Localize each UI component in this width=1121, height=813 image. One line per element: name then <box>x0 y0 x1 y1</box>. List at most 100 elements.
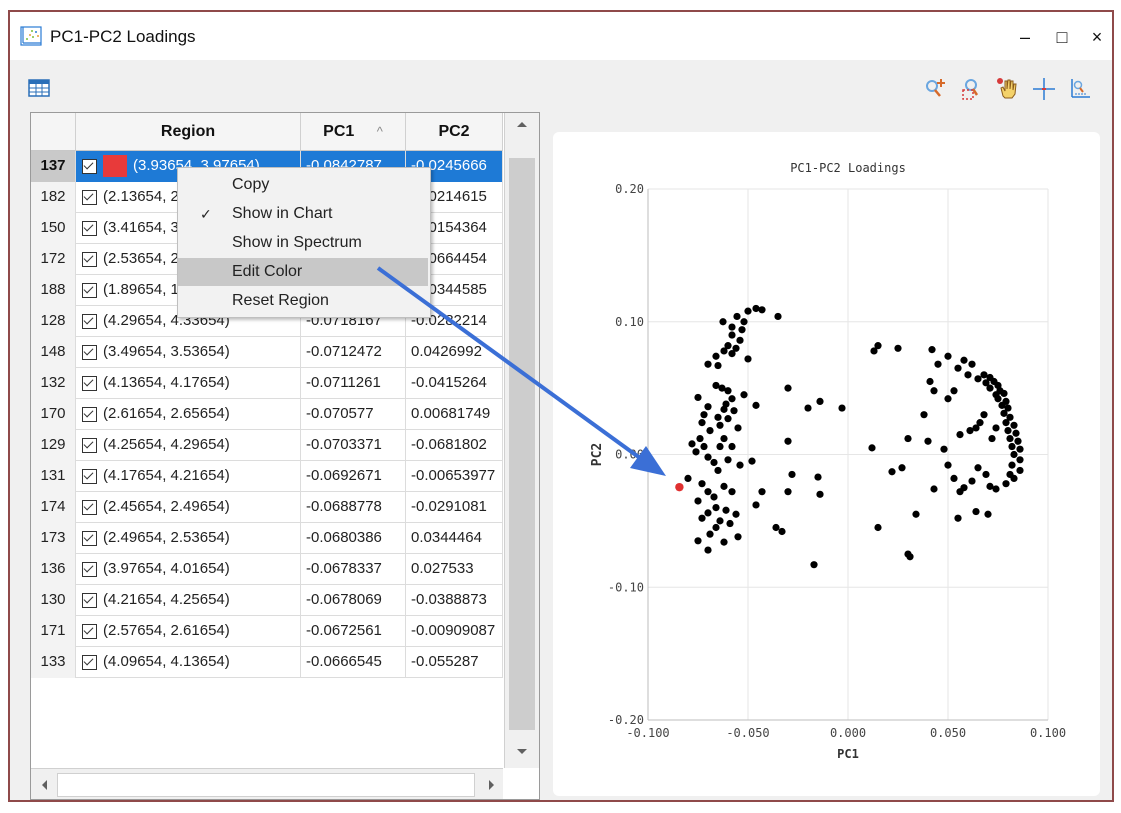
close-button[interactable]: × <box>1079 22 1115 52</box>
crosshair-icon[interactable] <box>1031 76 1057 102</box>
table-row[interactable]: 132 (4.13654, 4.17654) -0.0711261 -0.041526… <box>31 368 503 399</box>
table-icon[interactable] <box>28 78 50 98</box>
data-point <box>736 461 744 469</box>
show-checkbox[interactable] <box>82 468 97 484</box>
data-point <box>696 434 704 443</box>
show-checkbox[interactable] <box>82 654 97 670</box>
pc2-cell[interactable]: -0.055287 <box>406 647 503 678</box>
zoom-in-icon[interactable] <box>923 76 949 102</box>
pc2-cell[interactable]: -0.0415264 <box>406 368 503 399</box>
menu-item-reset-region[interactable]: Reset Region <box>178 287 428 315</box>
show-checkbox[interactable] <box>82 220 97 236</box>
scatter-chart[interactable]: -0.100 -0.050 0.000 0.050 0.100 -0.20 -0.10 0.0… <box>553 132 1100 796</box>
show-checkbox[interactable] <box>82 592 97 608</box>
row-number: 133 <box>31 647 76 678</box>
region-cell[interactable]: (4.25654, 4.29654) <box>76 430 301 461</box>
pc1-cell[interactable]: -0.0703371 <box>301 430 406 461</box>
pc2-cell[interactable]: 0.0426992 <box>406 337 503 368</box>
maximize-button[interactable]: □ <box>1044 22 1080 52</box>
pc2-column-header[interactable]: PC2 <box>406 113 503 151</box>
show-checkbox[interactable] <box>82 437 97 453</box>
pc1-cell[interactable]: -0.0680386 <box>301 523 406 554</box>
reset-zoom-icon[interactable] <box>1067 76 1093 102</box>
data-point <box>774 312 782 321</box>
show-checkbox[interactable] <box>82 158 97 174</box>
pc2-cell[interactable]: -0.00909087 <box>406 616 503 647</box>
data-point <box>734 424 742 432</box>
vertical-scroll-thumb[interactable] <box>509 158 535 730</box>
pc1-cell[interactable]: -0.0692671 <box>301 461 406 492</box>
show-checkbox[interactable] <box>82 189 97 205</box>
show-checkbox[interactable] <box>82 282 97 298</box>
minimize-button[interactable]: – <box>1007 22 1043 52</box>
menu-item-show-in-spectrum[interactable]: Show in Spectrum <box>178 229 428 257</box>
menu-item-copy[interactable]: Copy <box>178 171 428 199</box>
region-cell[interactable]: (4.13654, 4.17654) <box>76 368 301 399</box>
horizontal-scrollbar[interactable] <box>31 768 503 799</box>
pc2-cell[interactable]: -0.00653977 <box>406 461 503 492</box>
table-row[interactable]: 174 (2.45654, 2.49654) -0.0688778 -0.029108… <box>31 492 503 523</box>
color-swatch[interactable] <box>103 155 127 178</box>
table-row[interactable]: 148 (3.49654, 3.53654) -0.0712472 0.0426992 <box>31 337 503 368</box>
data-point <box>874 523 882 532</box>
show-checkbox[interactable] <box>82 313 97 329</box>
table-row[interactable]: 136 (3.97654, 4.01654) -0.0678337 0.027533 <box>31 554 503 585</box>
pc1-cell[interactable]: -0.0678069 <box>301 585 406 616</box>
pc1-cell[interactable]: -0.0711261 <box>301 368 406 399</box>
table-row[interactable]: 133 (4.09654, 4.13654) -0.0666545 -0.055287 <box>31 647 503 678</box>
pc1-cell[interactable]: -0.0666545 <box>301 647 406 678</box>
region-cell[interactable]: (3.97654, 4.01654) <box>76 554 301 585</box>
pc1-cell[interactable]: -0.0672561 <box>301 616 406 647</box>
show-checkbox[interactable] <box>82 251 97 267</box>
data-point <box>816 490 824 498</box>
region-cell[interactable]: (3.49654, 3.53654) <box>76 337 301 368</box>
pc1-cell[interactable]: -0.0688778 <box>301 492 406 523</box>
pc2-cell[interactable]: 0.027533 <box>406 554 503 585</box>
show-checkbox[interactable] <box>82 344 97 360</box>
show-checkbox[interactable] <box>82 623 97 639</box>
pc2-cell[interactable]: -0.0291081 <box>406 492 503 523</box>
pan-hand-icon[interactable] <box>995 76 1021 102</box>
show-checkbox[interactable] <box>82 499 97 515</box>
scroll-down-icon[interactable] <box>515 747 529 757</box>
scroll-left-icon[interactable] <box>39 778 49 792</box>
table-row[interactable]: 173 (2.49654, 2.53654) -0.0680386 0.0344464 <box>31 523 503 554</box>
pc1-cell[interactable]: -0.070577 <box>301 399 406 430</box>
table-row[interactable]: 129 (4.25654, 4.29654) -0.0703371 -0.068180… <box>31 430 503 461</box>
region-column-header[interactable]: Region <box>76 113 301 151</box>
pc1-cell[interactable]: -0.0678337 <box>301 554 406 585</box>
scroll-right-icon[interactable] <box>487 778 497 792</box>
pc2-cell[interactable]: 0.00681749 <box>406 399 503 430</box>
table-row[interactable]: 171 (2.57654, 2.61654) -0.0672561 -0.009090… <box>31 616 503 647</box>
show-checkbox[interactable] <box>82 375 97 391</box>
region-cell[interactable]: (4.09654, 4.13654) <box>76 647 301 678</box>
pc1-column-header[interactable]: PC1 ^ <box>301 113 406 151</box>
pc2-cell[interactable]: -0.0681802 <box>406 430 503 461</box>
table-row[interactable]: 130 (4.21654, 4.25654) -0.0678069 -0.038887… <box>31 585 503 616</box>
data-point <box>950 387 958 395</box>
region-cell[interactable]: (2.49654, 2.53654) <box>76 523 301 554</box>
menu-item-show-in-chart[interactable]: ✓ Show in Chart <box>178 200 428 228</box>
horizontal-scroll-thumb[interactable] <box>57 773 475 797</box>
vertical-scrollbar[interactable] <box>504 113 539 768</box>
pc2-cell[interactable]: 0.0344464 <box>406 523 503 554</box>
pc1-cell[interactable]: -0.0712472 <box>301 337 406 368</box>
pc2-cell[interactable]: -0.0388873 <box>406 585 503 616</box>
region-text: (4.17654, 4.21654) <box>103 467 230 484</box>
zoom-select-icon[interactable] <box>959 76 985 102</box>
row-number-header <box>31 113 76 151</box>
data-point <box>704 403 712 411</box>
show-checkbox[interactable] <box>82 406 97 422</box>
region-cell[interactable]: (2.57654, 2.61654) <box>76 616 301 647</box>
menu-item-edit-color[interactable]: Edit Color <box>178 258 428 286</box>
show-checkbox[interactable] <box>82 561 97 577</box>
region-cell[interactable]: (4.21654, 4.25654) <box>76 585 301 616</box>
region-cell[interactable]: (2.45654, 2.49654) <box>76 492 301 523</box>
data-point <box>748 457 756 465</box>
region-cell[interactable]: (4.17654, 4.21654) <box>76 461 301 492</box>
show-checkbox[interactable] <box>82 530 97 546</box>
table-row[interactable]: 131 (4.17654, 4.21654) -0.0692671 -0.006539… <box>31 461 503 492</box>
scroll-up-icon[interactable] <box>515 119 529 129</box>
table-row[interactable]: 170 (2.61654, 2.65654) -0.070577 0.00681749 <box>31 399 503 430</box>
region-cell[interactable]: (2.61654, 2.65654) <box>76 399 301 430</box>
